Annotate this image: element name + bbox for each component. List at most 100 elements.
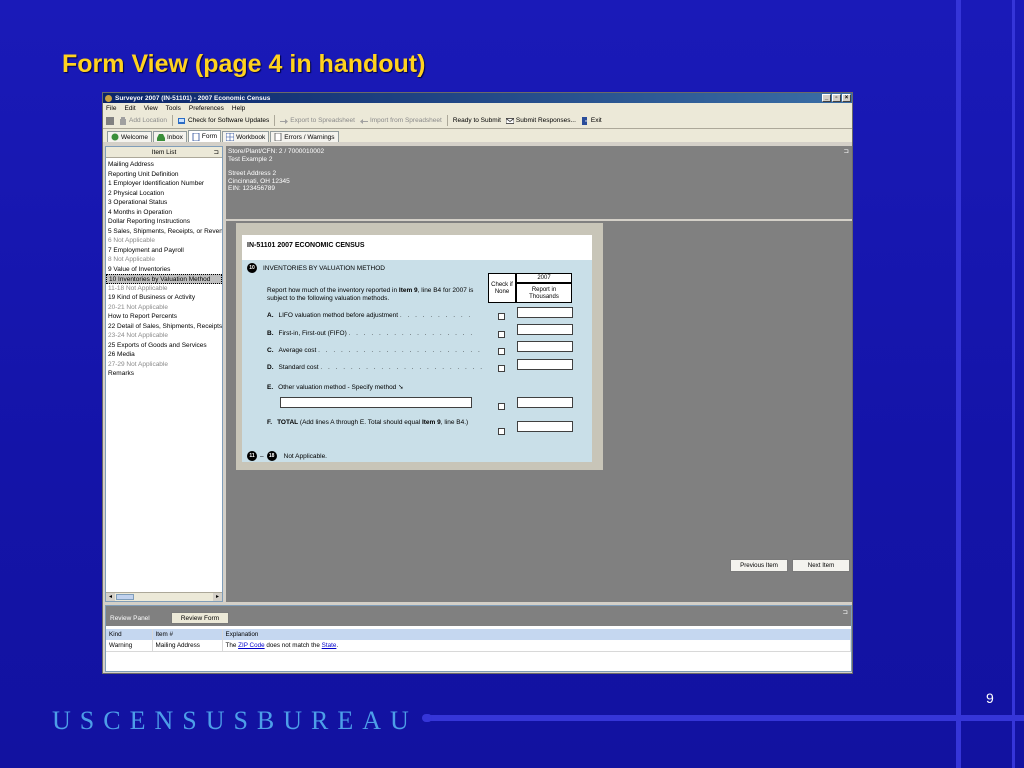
line-d-amount-input[interactable]: [517, 359, 573, 370]
pin-icon[interactable]: ⊐: [214, 147, 219, 158]
list-item[interactable]: 7 Employment and Payroll: [106, 246, 222, 256]
list-item[interactable]: 6 Not Applicable: [106, 236, 222, 246]
line-f-total-input[interactable]: [517, 421, 573, 432]
list-item[interactable]: Mailing Address: [106, 160, 222, 170]
ready-to-submit-button[interactable]: Ready to Submit: [453, 117, 501, 124]
list-item[interactable]: Remarks: [106, 369, 222, 379]
import-spreadsheet-button[interactable]: Import from Spreadsheet: [359, 117, 442, 125]
menu-view[interactable]: View: [144, 105, 158, 112]
toolbar-separator: [446, 115, 448, 126]
review-form-button[interactable]: Review Form: [171, 612, 229, 624]
form-page: IN-51101 2007 ECONOMIC CENSUS 10 INVENTO…: [242, 235, 592, 462]
list-item[interactable]: 20-21 Not Applicable: [106, 303, 222, 313]
submit-responses-button[interactable]: Submit Responses...: [505, 117, 576, 125]
line-e-none-checkbox[interactable]: [498, 403, 505, 410]
form-area: IN-51101 2007 ECONOMIC CENSUS 10 INVENTO…: [226, 221, 852, 602]
list-item[interactable]: 8 Not Applicable: [106, 255, 222, 265]
review-explanation: The ZIP Code does not match the State.: [222, 640, 851, 652]
previous-item-button[interactable]: Previous Item: [730, 559, 788, 572]
minimize-button[interactable]: _: [822, 94, 831, 102]
export-spreadsheet-button[interactable]: Export to Spreadsheet: [280, 117, 355, 125]
line-a-amount-input[interactable]: [517, 307, 573, 318]
scroll-left-arrow-icon[interactable]: ◂: [106, 593, 115, 601]
line-c-label: C. Average cost . . . . . . . . . . . . .…: [267, 347, 482, 354]
toolbar: Add Location Check for Software Updates …: [103, 113, 852, 129]
line-b-amount-input[interactable]: [517, 324, 573, 335]
list-item[interactable]: 25 Exports of Goods and Services: [106, 341, 222, 351]
list-item[interactable]: 23-24 Not Applicable: [106, 331, 222, 341]
line-c-amount-input[interactable]: [517, 341, 573, 352]
list-item[interactable]: 4 Months in Operation: [106, 208, 222, 218]
list-item[interactable]: 22 Detail of Sales, Shipments, Receipts,: [106, 322, 222, 332]
grid-icon: [226, 133, 235, 141]
maximize-button[interactable]: ▫: [832, 94, 841, 102]
list-item[interactable]: 2 Physical Location: [106, 189, 222, 199]
list-item[interactable]: 11-18 Not Applicable: [106, 284, 222, 294]
review-item: Mailing Address: [152, 640, 223, 652]
list-item[interactable]: 19 Kind of Business or Activity: [106, 293, 222, 303]
list-item[interactable]: 1 Employer Identification Number: [106, 179, 222, 189]
pin-icon[interactable]: ⊐: [843, 608, 848, 616]
list-item[interactable]: 3 Operational Status: [106, 198, 222, 208]
line-d-none-checkbox[interactable]: [498, 365, 505, 372]
line-e-specify-input[interactable]: [280, 397, 472, 408]
menu-help[interactable]: Help: [232, 105, 245, 112]
tab-errors-warnings[interactable]: Errors / Warnings: [270, 131, 339, 142]
list-item[interactable]: 27-29 Not Applicable: [106, 360, 222, 370]
scroll-thumb[interactable]: [116, 594, 134, 600]
close-button[interactable]: ×: [842, 94, 851, 102]
next-item-button[interactable]: Next Item: [792, 559, 850, 572]
line-e-label: E. Other valuation method - Specify metho…: [267, 384, 404, 391]
building-icon: [120, 116, 126, 125]
item-list: Mailing Address Reporting Unit Definition…: [106, 158, 222, 379]
list-item[interactable]: 5 Sales, Shipments, Receipts, or Revenu: [106, 227, 222, 237]
stop-icon[interactable]: [106, 116, 114, 125]
info-street: Street Address 2: [228, 170, 277, 177]
line-e-amount-input[interactable]: [517, 397, 573, 408]
window-title: Surveyor 2007 (IN-51101) - 2007 Economic…: [115, 94, 271, 102]
line-c-none-checkbox[interactable]: [498, 348, 505, 355]
check-updates-button[interactable]: Check for Software Updates: [177, 117, 269, 125]
tab-welcome[interactable]: Welcome: [107, 131, 152, 142]
line-a-none-checkbox[interactable]: [498, 313, 505, 320]
zip-code-link[interactable]: ZIP Code: [238, 642, 265, 649]
menu-file[interactable]: File: [106, 105, 116, 112]
not-applicable-row: 11 – 18 Not Applicable.: [247, 451, 327, 461]
item-list-header: Item List ⊐: [106, 147, 222, 158]
review-table-header: Kind Item # Explanation: [106, 629, 851, 640]
section-title: INVENTORIES BY VALUATION METHOD: [263, 264, 385, 272]
line-b-none-checkbox[interactable]: [498, 331, 505, 338]
surveyor-window: Surveyor 2007 (IN-51101) - 2007 Economic…: [102, 92, 853, 674]
form-icon: [192, 132, 200, 141]
list-item[interactable]: How to Report Percents: [106, 312, 222, 322]
list-item[interactable]: 26 Media: [106, 350, 222, 360]
item-number-bubble: 11: [247, 451, 257, 461]
list-item[interactable]: Dollar Reporting Instructions: [106, 217, 222, 227]
update-icon: [177, 117, 185, 124]
table-row[interactable]: Warning Mailing Address The ZIP Code doe…: [106, 640, 851, 652]
item-number-bubble: 18: [266, 451, 277, 461]
list-item[interactable]: 9 Value of Inventories: [106, 265, 222, 275]
tab-workbook[interactable]: Workbook: [222, 131, 270, 142]
list-item[interactable]: Reporting Unit Definition: [106, 170, 222, 180]
horizontal-scrollbar[interactable]: ◂ ▸: [106, 592, 222, 601]
line-f-none-checkbox[interactable]: [498, 428, 505, 435]
state-link[interactable]: State: [322, 642, 337, 649]
exit-button[interactable]: Exit: [581, 116, 602, 125]
tab-form[interactable]: Form: [187, 130, 222, 142]
decor-vertical-line-2: [1012, 0, 1015, 768]
pin-icon[interactable]: ⊐: [844, 148, 849, 156]
arrow-down-icon: ➘: [398, 384, 404, 391]
menu-edit[interactable]: Edit: [124, 105, 135, 112]
menu-preferences[interactable]: Preferences: [189, 105, 224, 112]
scroll-right-arrow-icon[interactable]: ▸: [213, 593, 222, 601]
export-icon: [280, 118, 289, 124]
review-kind: Warning: [106, 640, 153, 652]
menu-tools[interactable]: Tools: [166, 105, 181, 112]
add-location-button[interactable]: Add Location: [119, 116, 167, 125]
list-item[interactable]: 10 Inventories by Valuation Method: [106, 274, 222, 284]
item-number-bubble: 10: [247, 263, 257, 273]
section-heading: 10 INVENTORIES BY VALUATION METHOD: [247, 263, 385, 273]
toolbar-separator: [171, 115, 173, 126]
tab-inbox[interactable]: Inbox: [152, 131, 187, 142]
